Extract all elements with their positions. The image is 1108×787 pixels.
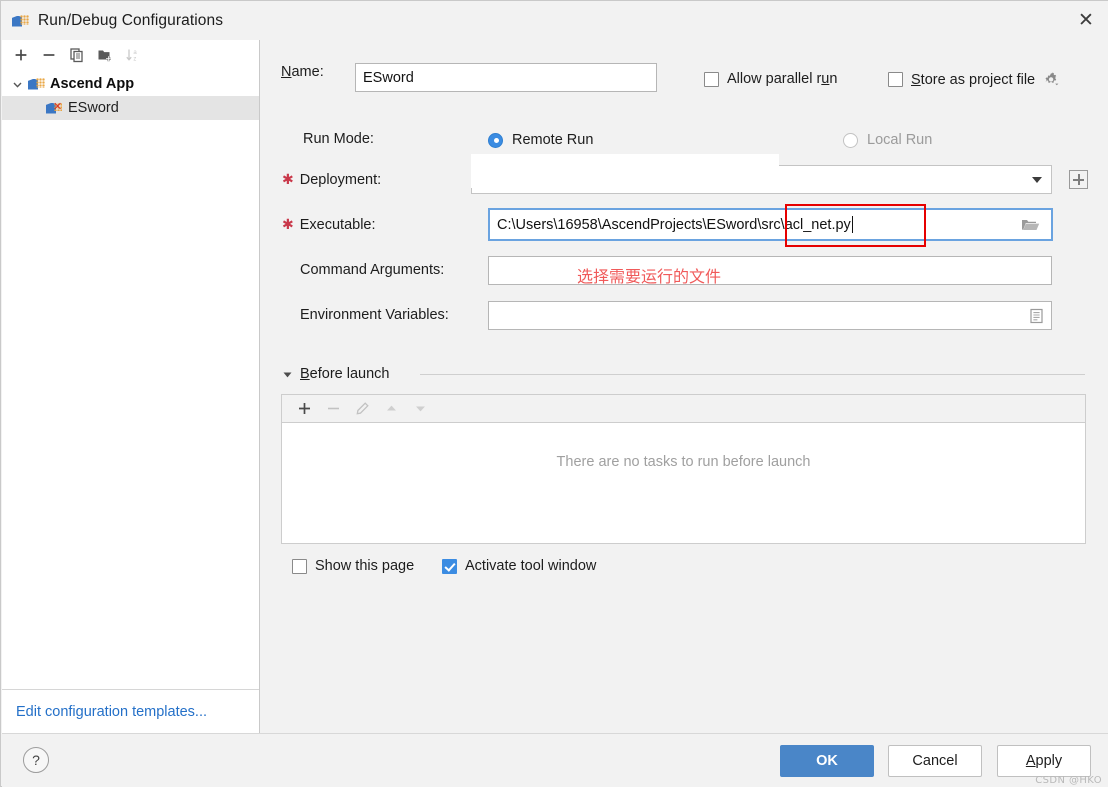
edit-templates-area: Edit configuration templates...: [2, 689, 259, 733]
executable-input-value: C:\Users\16958\AscendProjects\ESword\src…: [497, 216, 851, 233]
remove-configuration-button[interactable]: [36, 43, 62, 67]
help-button[interactable]: ?: [23, 747, 49, 773]
name-input[interactable]: ESword: [355, 63, 657, 92]
configuration-form: Name: ESword Allow parallel run Store as…: [260, 40, 1108, 733]
add-task-button[interactable]: [291, 397, 317, 421]
add-configuration-button[interactable]: [8, 43, 34, 67]
executable-row: ✱ Executable:: [282, 216, 376, 233]
executable-label: Executable:: [299, 216, 376, 233]
annotation-note: 选择需要运行的文件: [577, 267, 722, 286]
before-launch-label: Before launch: [300, 366, 390, 382]
store-as-project-file-label: Store as project file: [911, 71, 1036, 88]
text-caret: [851, 216, 853, 233]
radio-local-run[interactable]: Local Run: [843, 132, 932, 148]
tree-item-label: ESword: [68, 100, 119, 116]
radio-button[interactable]: [488, 132, 503, 148]
activate-tool-window-label: Activate tool window: [465, 558, 597, 574]
cancel-button[interactable]: Cancel: [888, 745, 982, 777]
new-folder-button[interactable]: [92, 43, 118, 67]
sidebar-toolbar: a z: [2, 40, 259, 70]
tree-group-ascend-app[interactable]: Ascend App: [2, 72, 259, 96]
before-launch-toolbar: [281, 394, 1086, 422]
radio-remote-run[interactable]: Remote Run: [488, 132, 593, 148]
configurations-tree: Ascend App ✕ ESword: [2, 70, 259, 120]
sidebar-item-esword[interactable]: ✕ ESword: [2, 96, 259, 120]
list-editor-icon[interactable]: [1029, 308, 1044, 324]
run-mode-row: Run Mode:: [303, 131, 374, 147]
environment-variables-label: Environment Variables:: [300, 307, 449, 323]
close-icon[interactable]: ✕: [1063, 1, 1108, 39]
window-title: Run/Debug Configurations: [38, 11, 224, 29]
required-marker: ✱: [282, 171, 294, 187]
checkbox-box[interactable]: [704, 71, 719, 87]
deployment-label: Deployment:: [299, 171, 382, 188]
watermark-text: CSDN @HKO: [1035, 775, 1102, 786]
store-as-project-file-checkbox[interactable]: Store as project file: [888, 71, 1060, 88]
ascend-app-icon: [28, 77, 45, 92]
chevron-down-icon[interactable]: [10, 77, 24, 91]
edit-task-button[interactable]: [349, 397, 375, 421]
move-up-button[interactable]: [378, 397, 404, 421]
deployment-row: ✱ Deployment:: [282, 171, 381, 188]
before-launch-empty-text: There are no tasks to run before launch: [556, 454, 811, 470]
title-bar: Run/Debug Configurations ✕: [1, 1, 1108, 40]
local-run-label: Local Run: [867, 132, 933, 148]
chevron-down-icon[interactable]: [1032, 176, 1042, 183]
checkbox-box[interactable]: [442, 558, 457, 574]
name-input-value: ESword: [363, 69, 414, 86]
checkbox-box[interactable]: [292, 558, 307, 574]
executable-input[interactable]: C:\Users\16958\AscendProjects\ESword\src…: [488, 208, 1053, 241]
sort-alphabetically-button[interactable]: a z: [120, 43, 146, 67]
configurations-sidebar: a z Ascend App ✕ ESword Edit configurati…: [2, 40, 260, 733]
show-this-page-checkbox[interactable]: Show this page: [292, 558, 414, 574]
before-launch-header[interactable]: Before launch: [282, 366, 389, 382]
allow-parallel-run-label: Allow parallel run: [727, 71, 838, 87]
ascend-app-icon: [12, 13, 30, 29]
ascend-config-error-icon: ✕: [46, 101, 63, 116]
deployment-popup-overlay: [471, 154, 779, 188]
command-arguments-row: Command Arguments:: [300, 262, 444, 278]
show-this-page-label: Show this page: [315, 558, 415, 574]
activate-tool-window-checkbox[interactable]: Activate tool window: [442, 558, 596, 574]
run-debug-configurations-dialog: Run/Debug Configurations ✕ a z Ascend Ap…: [0, 0, 1108, 787]
checkbox-box[interactable]: [888, 72, 903, 87]
add-deployment-button[interactable]: [1069, 170, 1088, 189]
before-launch-task-list[interactable]: There are no tasks to run before launch: [281, 422, 1086, 544]
move-down-button[interactable]: [407, 397, 433, 421]
remote-run-label: Remote Run: [512, 132, 594, 148]
name-label: Name:: [281, 64, 324, 80]
gear-icon[interactable]: [1043, 71, 1060, 88]
svg-text:a: a: [133, 50, 137, 56]
tree-group-label: Ascend App: [50, 76, 135, 92]
copy-configuration-button[interactable]: [64, 43, 90, 67]
name-row: Name:: [281, 64, 324, 80]
run-mode-label: Run Mode:: [303, 131, 374, 147]
triangle-down-icon[interactable]: [282, 369, 293, 380]
required-marker: ✱: [282, 216, 294, 232]
before-launch-divider: [420, 374, 1085, 375]
radio-button[interactable]: [843, 132, 858, 148]
remove-task-button[interactable]: [320, 397, 346, 421]
environment-variables-input[interactable]: [488, 301, 1052, 330]
apply-button[interactable]: Apply: [997, 745, 1091, 777]
svg-text:z: z: [133, 57, 136, 63]
allow-parallel-run-checkbox[interactable]: Allow parallel run: [704, 71, 837, 87]
command-arguments-input[interactable]: [488, 256, 1052, 285]
command-arguments-label: Command Arguments:: [300, 262, 445, 278]
folder-open-icon[interactable]: [1021, 217, 1040, 233]
edit-configuration-templates-link[interactable]: Edit configuration templates...: [16, 704, 207, 720]
environment-variables-row: Environment Variables:: [300, 307, 449, 323]
dialog-footer: ? OK Cancel Apply CSDN @HKO: [2, 733, 1108, 787]
ok-button[interactable]: OK: [780, 745, 874, 777]
